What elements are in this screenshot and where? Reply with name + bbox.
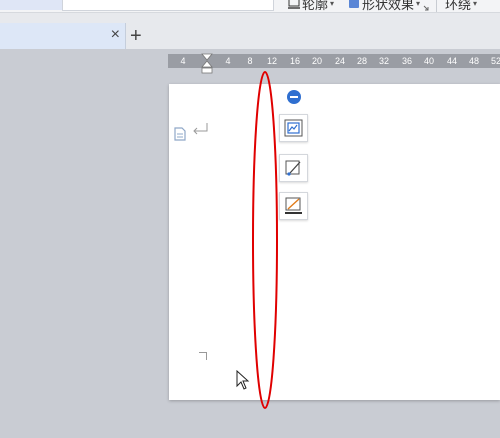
- document-icon: [174, 127, 186, 141]
- mouse-cursor-icon: [236, 370, 250, 390]
- ribbon-toolbar: 轮廓 ▾ 形状效果 ▾ 环绕 ▾: [0, 0, 500, 13]
- wrap-text-label: 环绕: [445, 0, 472, 12]
- ruler-tick: 24: [334, 56, 346, 66]
- wrap-text-button[interactable]: 环绕 ▾: [445, 0, 478, 12]
- shape-effects-icon: [349, 0, 359, 8]
- paragraph-mark-icon: [193, 123, 208, 135]
- layout-options-icon: [284, 119, 303, 137]
- layout-options-button[interactable]: [279, 114, 308, 142]
- outline-button[interactable]: 轮廓 ▾: [288, 0, 335, 12]
- shape-fill-button[interactable]: [279, 154, 308, 182]
- outline-icon: [288, 0, 300, 9]
- ruler-tick: 48: [468, 56, 480, 66]
- ruler-tick: 28: [356, 56, 368, 66]
- shape-outline-button[interactable]: [279, 192, 308, 220]
- page-corner-mark: [199, 352, 207, 360]
- indent-marker-icon[interactable]: [201, 53, 213, 75]
- ruler-tick: 20: [311, 56, 323, 66]
- shape-fill-icon: [285, 160, 301, 176]
- chevron-down-icon: ▾: [473, 0, 478, 8]
- shape-effects-button[interactable]: 形状效果 ▾: [348, 0, 421, 12]
- shape-effects-label: 形状效果: [362, 0, 415, 12]
- ribbon-selected-region: [0, 0, 62, 10]
- ruler-tick: 44: [446, 56, 458, 66]
- document-tab[interactable]: ×: [0, 23, 126, 49]
- horizontal-ruler[interactable]: 4 4 8 12 16 20 24 28 32 36 40 44 48 52: [168, 54, 500, 68]
- ruler-tick: 36: [401, 56, 413, 66]
- ruler-tick: 40: [423, 56, 435, 66]
- shape-outline-icon: [285, 197, 302, 214]
- ruler-tick: 52: [490, 56, 500, 66]
- document-tab-bar: × +: [0, 13, 500, 49]
- ruler-tick: 4: [180, 56, 186, 66]
- chevron-down-icon: ▾: [416, 0, 421, 8]
- annotation-ellipse: [252, 71, 278, 409]
- ruler-tick: 32: [378, 56, 390, 66]
- dialog-launcher-icon[interactable]: [423, 5, 429, 11]
- outline-label: 轮廓: [302, 0, 329, 12]
- ruler-tick: 16: [289, 56, 301, 66]
- ruler-tick: 4: [225, 56, 231, 66]
- close-icon[interactable]: ×: [111, 26, 120, 44]
- new-tab-button[interactable]: +: [130, 26, 142, 46]
- chevron-down-icon: ▾: [330, 0, 335, 8]
- collapse-icon[interactable]: [287, 90, 301, 104]
- ruler-tick: 12: [266, 56, 278, 66]
- ribbon-input-box[interactable]: [62, 0, 274, 11]
- document-page[interactable]: [169, 84, 500, 400]
- floating-shape-toolbar: [279, 88, 309, 228]
- ribbon-divider: [436, 0, 437, 12]
- ruler-tick: 8: [247, 56, 253, 66]
